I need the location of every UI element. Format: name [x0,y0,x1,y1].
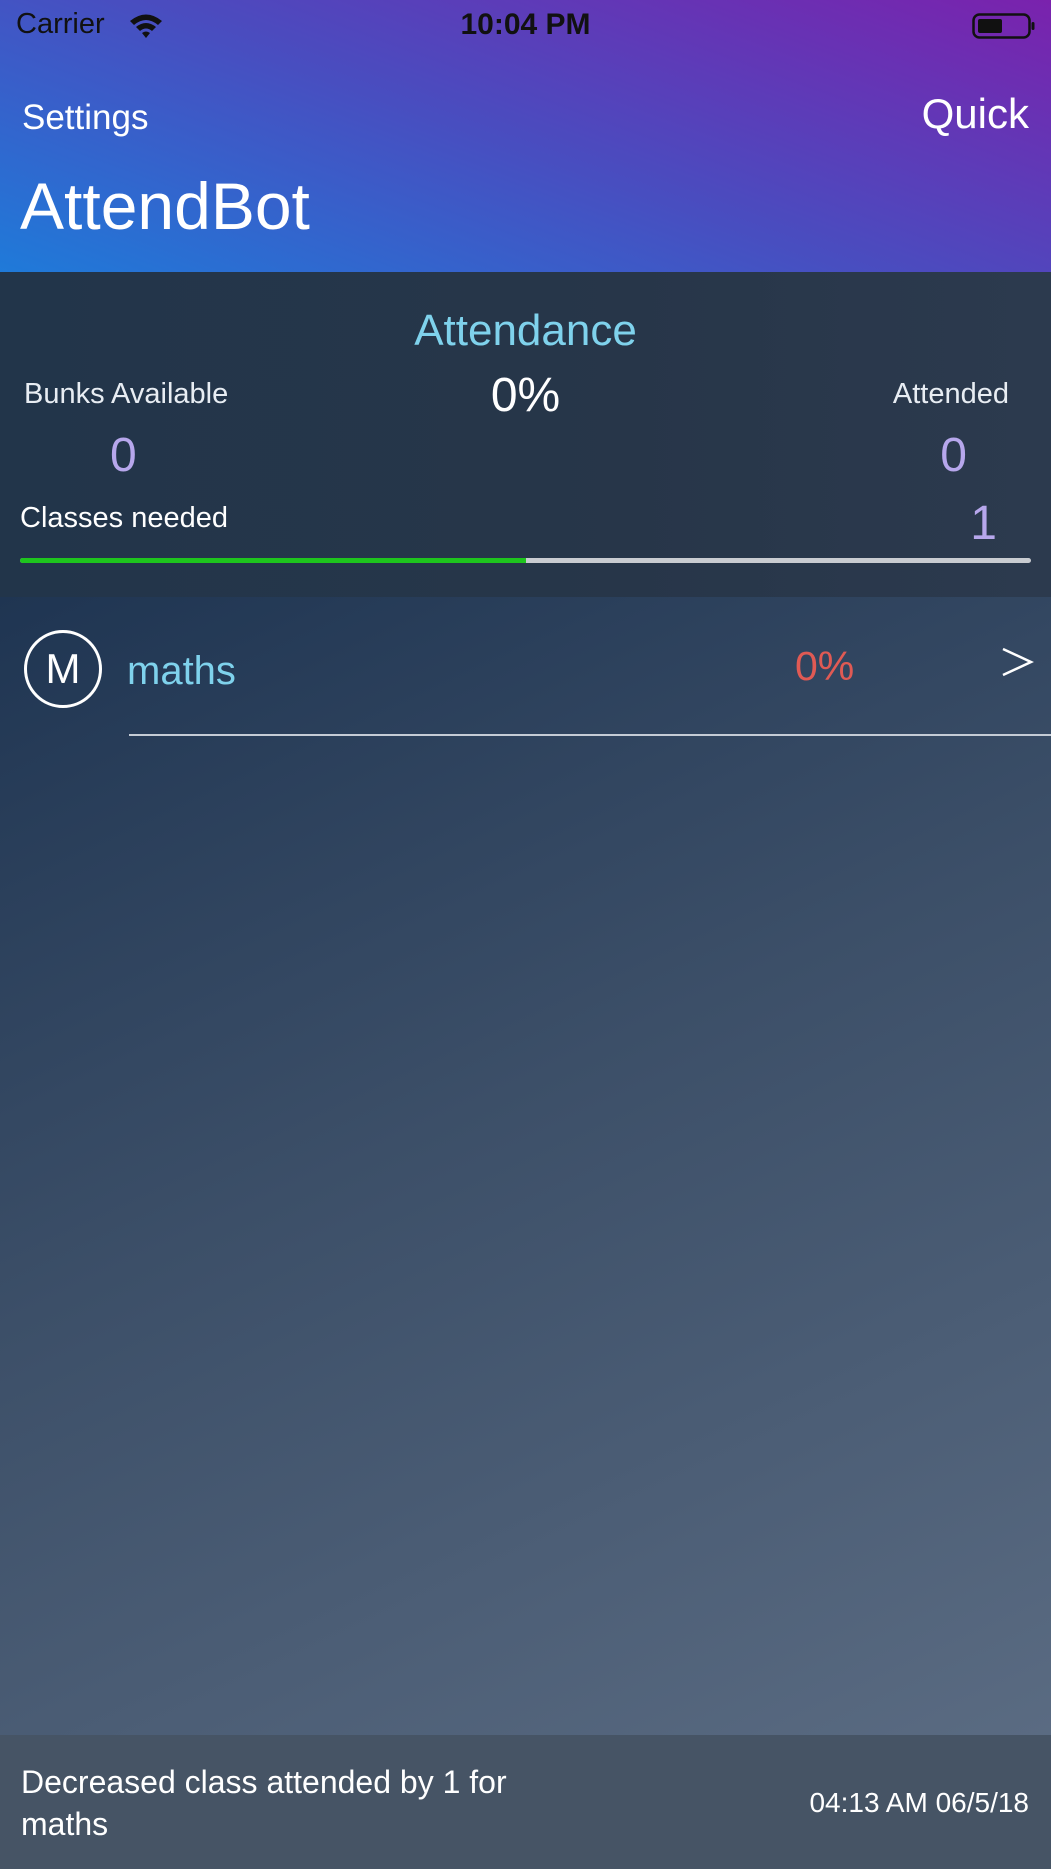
quick-button[interactable]: Quick [922,90,1029,138]
classes-needed-value: 1 [970,497,997,550]
page-title: AttendBot [20,169,310,243]
activity-footer: Decreased class attended by 1 for maths … [0,1735,1051,1869]
attendance-summary: Attendance 0% Bunks Available 0 Attended… [0,272,1051,597]
row-divider [129,734,1051,736]
settings-button[interactable]: Settings [22,98,148,138]
attendance-title: Attendance [414,306,637,355]
subject-list: M maths 0% [0,597,1051,1735]
subject-initial-avatar: M [24,630,102,708]
bunks-available-label: Bunks Available [24,378,229,410]
chevron-right-icon[interactable] [1000,645,1034,679]
list-item[interactable]: M maths 0% [0,597,1051,737]
subject-percent: 0% [795,643,855,689]
last-action-message: Decreased class attended by 1 for maths [21,1764,507,1842]
attendance-progress-fill [20,558,526,563]
attended-value: 0 [940,429,967,482]
attendance-progress-bar [20,558,1031,563]
attended-label: Attended [892,378,1009,410]
classes-needed-label: Classes needed [20,502,228,534]
battery-icon [972,13,1035,39]
subject-name: maths [127,649,236,693]
last-action-timestamp: 04:13 AM 06/5/18 [809,1787,1029,1818]
status-bar: Carrier 10:04 PM [0,0,1051,52]
status-time: 10:04 PM [460,8,591,41]
navigation-header: Carrier 10:04 PM Settings Quick AttendBo… [0,0,1051,272]
bunks-available-value: 0 [110,429,137,482]
